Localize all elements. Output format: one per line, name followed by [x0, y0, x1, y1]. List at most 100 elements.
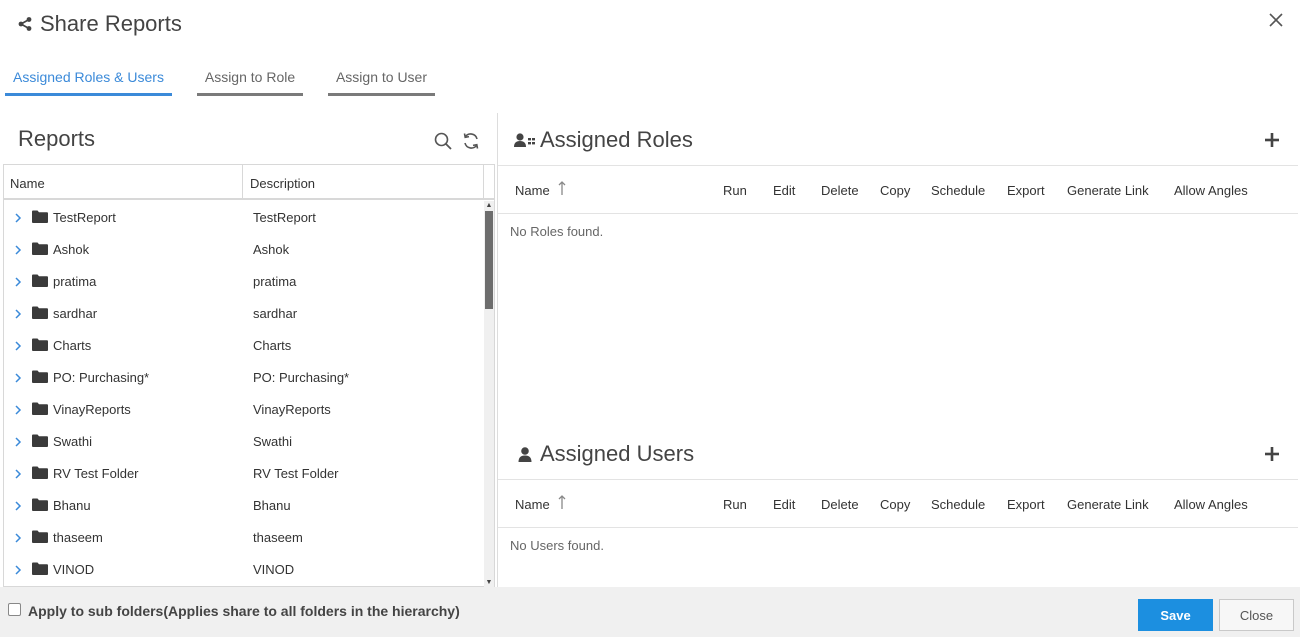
column-header-run[interactable]: Run — [723, 183, 747, 198]
column-header-export[interactable]: Export — [1007, 183, 1045, 198]
column-header-delete[interactable]: Delete — [821, 183, 859, 198]
folder-icon — [32, 466, 48, 479]
folder-icon — [32, 274, 48, 287]
table-row[interactable]: PO: Purchasing* PO: Purchasing* — [4, 361, 482, 393]
column-header-edit[interactable]: Edit — [773, 497, 795, 512]
assigned-users-section: Assigned Users Name Run Edit Delete Copy Sche… — [498, 427, 1298, 587]
apply-sub-folders-label[interactable]: Apply to sub folders(Applies share to al… — [28, 603, 460, 619]
report-name: sardhar — [53, 306, 98, 321]
chevron-right-icon[interactable] — [14, 403, 22, 415]
report-name: VinayReports — [53, 402, 131, 417]
report-description: Bhanu — [253, 498, 291, 513]
report-name: Charts — [53, 338, 92, 353]
assigned-users-title: Assigned Users — [540, 441, 695, 466]
report-description: Charts — [253, 338, 292, 353]
column-header-copy[interactable]: Copy — [880, 183, 910, 198]
user-icon — [518, 447, 532, 462]
close-icon[interactable] — [1266, 10, 1286, 30]
table-row[interactable]: pratima pratima — [4, 265, 482, 297]
column-header-generate-link[interactable]: Generate Link — [1067, 183, 1149, 198]
scroll-down-icon[interactable]: ▼ — [484, 578, 494, 587]
folder-icon — [32, 402, 48, 415]
chevron-right-icon[interactable] — [14, 371, 22, 383]
chevron-right-icon[interactable] — [14, 531, 22, 543]
chevron-right-icon[interactable] — [14, 243, 22, 255]
report-description: VINOD — [253, 562, 295, 577]
dialog-title: Share Reports — [40, 11, 182, 36]
chevron-right-icon[interactable] — [14, 435, 22, 447]
table-row[interactable]: Swathi Swathi — [4, 425, 482, 457]
column-header-edit[interactable]: Edit — [773, 183, 795, 198]
column-header-schedule[interactable]: Schedule — [931, 183, 985, 198]
tab-assign-to-role[interactable]: Assign to Role — [197, 62, 303, 96]
column-header-delete[interactable]: Delete — [821, 497, 859, 512]
table-row[interactable]: thaseem thaseem — [4, 521, 482, 553]
column-header-allow-angles[interactable]: Allow Angles — [1174, 183, 1248, 198]
folder-icon — [32, 210, 48, 223]
folder-icon — [32, 242, 48, 255]
report-name: TestReport — [53, 210, 116, 225]
column-header-name[interactable]: Name — [515, 497, 550, 512]
column-header-run[interactable]: Run — [723, 497, 747, 512]
report-description: VinayReports — [253, 402, 331, 417]
chevron-right-icon[interactable] — [14, 499, 22, 511]
tab-assign-to-user[interactable]: Assign to User — [328, 62, 435, 96]
save-button[interactable]: Save — [1138, 599, 1213, 631]
folder-icon — [32, 370, 48, 383]
column-header-name[interactable]: Name — [4, 165, 243, 198]
column-header-description[interactable]: Description — [243, 165, 484, 198]
close-button[interactable]: Close — [1219, 599, 1294, 631]
report-name: Ashok — [53, 242, 90, 257]
column-header-schedule[interactable]: Schedule — [931, 497, 985, 512]
reports-grid: Name Description TestReport TestReport Ash… — [3, 164, 495, 587]
users-table-header: Name Run Edit Delete Copy Schedule Export Gener… — [498, 479, 1298, 528]
table-row[interactable]: Bhanu Bhanu — [4, 489, 482, 521]
column-header-allow-angles[interactable]: Allow Angles — [1174, 497, 1248, 512]
chevron-right-icon[interactable] — [14, 211, 22, 223]
reports-title: Reports — [18, 126, 96, 151]
table-row[interactable]: VINOD VINOD — [4, 553, 482, 585]
table-row[interactable]: RV Test Folder RV Test Folder — [4, 457, 482, 489]
report-description: RV Test Folder — [253, 466, 339, 481]
report-name: Bhanu — [53, 498, 91, 513]
folder-icon — [32, 498, 48, 511]
add-role-plus-icon[interactable] — [1264, 132, 1280, 148]
search-icon[interactable] — [433, 131, 453, 151]
table-row[interactable]: VinayReports VinayReports — [4, 393, 482, 425]
chevron-right-icon[interactable] — [14, 307, 22, 319]
scroll-up-icon[interactable]: ▲ — [484, 201, 494, 210]
folder-icon — [32, 306, 48, 319]
report-name: PO: Purchasing* — [53, 370, 150, 385]
refresh-icon[interactable] — [461, 131, 481, 151]
scrollbar[interactable]: ▲ ▼ — [484, 201, 494, 587]
report-description: PO: Purchasing* — [253, 370, 350, 385]
scrollbar-thumb[interactable] — [485, 211, 493, 309]
report-name: RV Test Folder — [53, 466, 139, 481]
sort-ascending-icon[interactable] — [558, 494, 566, 510]
chevron-right-icon[interactable] — [14, 275, 22, 287]
table-row[interactable]: sardhar sardhar — [4, 297, 482, 329]
column-header-copy[interactable]: Copy — [880, 497, 910, 512]
sort-ascending-icon[interactable] — [558, 180, 566, 196]
add-user-plus-icon[interactable] — [1264, 446, 1280, 462]
report-description: TestReport — [253, 210, 316, 225]
tab-assigned-roles-users[interactable]: Assigned Roles & Users — [5, 62, 172, 96]
chevron-right-icon[interactable] — [14, 563, 22, 575]
roles-table-header: Name Run Edit Delete Copy Schedule Export Gener… — [498, 165, 1298, 214]
table-row[interactable]: Ashok Ashok — [4, 233, 482, 265]
column-header-generate-link[interactable]: Generate Link — [1067, 497, 1149, 512]
table-row[interactable]: Charts Charts — [4, 329, 482, 361]
column-header-export[interactable]: Export — [1007, 497, 1045, 512]
folder-icon — [32, 562, 48, 575]
table-row[interactable]: TestReport TestReport — [4, 201, 482, 233]
column-header-name[interactable]: Name — [515, 183, 550, 198]
report-description: Ashok — [253, 242, 290, 257]
report-name: thaseem — [53, 530, 103, 545]
share-icon — [18, 17, 32, 31]
apply-sub-folders-checkbox[interactable] — [8, 603, 21, 616]
folder-icon — [32, 530, 48, 543]
folder-icon — [32, 338, 48, 351]
users-empty-message: No Users found. — [510, 538, 604, 553]
chevron-right-icon[interactable] — [14, 339, 22, 351]
chevron-right-icon[interactable] — [14, 467, 22, 479]
